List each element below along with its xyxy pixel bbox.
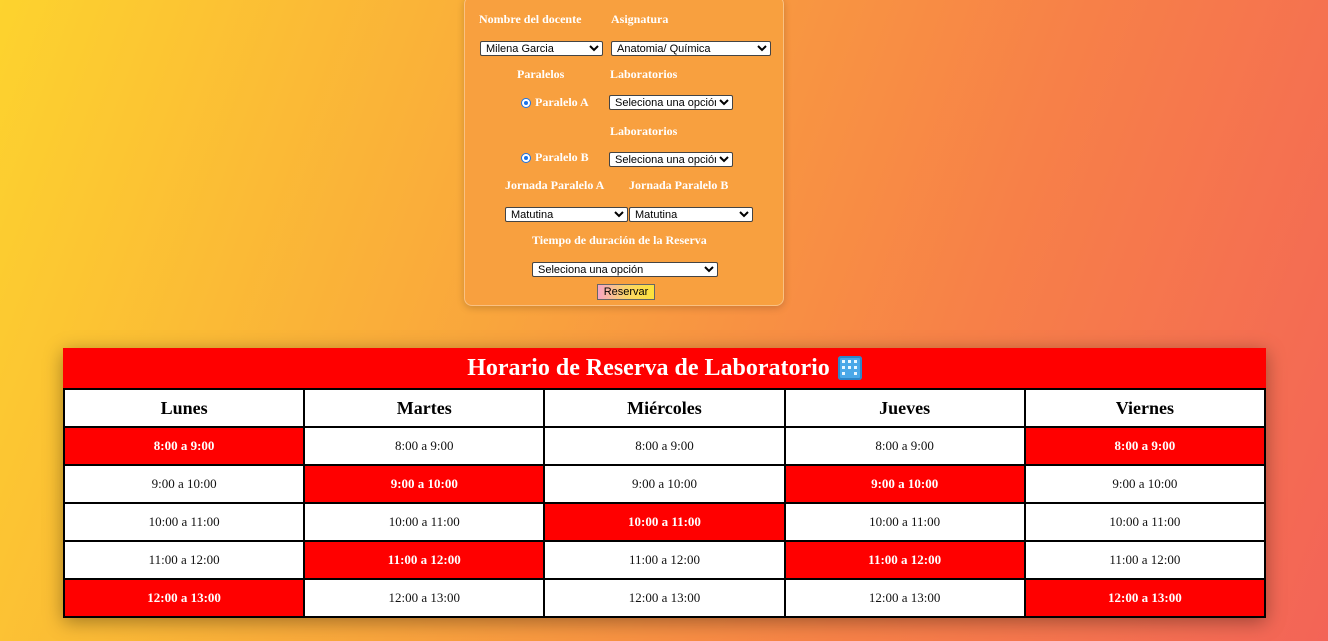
tiempo-label: Tiempo de duración de la Reserva (532, 233, 707, 247)
day-header-row: Lunes Martes Miércoles Jueves Viernes (62, 388, 1267, 428)
jornada-a-select[interactable]: Matutina (505, 207, 628, 222)
paralelo-a-radio[interactable] (521, 97, 531, 108)
day-header-martes: Martes (303, 388, 546, 428)
time-slot[interactable]: 9:00 a 10:00 (783, 464, 1026, 504)
time-slot[interactable]: 11:00 a 12:00 (303, 540, 546, 580)
schedule-table: Horario de Reserva de Laboratorio Lunes … (62, 348, 1267, 618)
tiempo-select[interactable]: Seleciona una opción (532, 262, 718, 277)
laboratorio-a-select[interactable]: Seleciona una opción (609, 95, 733, 110)
time-slot[interactable]: 10:00 a 11:00 (303, 502, 546, 542)
time-slot[interactable]: 8:00 a 9:00 (783, 426, 1026, 466)
paralelos-label: Paralelos (517, 67, 565, 81)
paralelo-b-label: Paralelo B (535, 150, 589, 164)
time-slot[interactable]: 9:00 a 10:00 (62, 464, 306, 504)
time-slot[interactable]: 11:00 a 12:00 (543, 540, 786, 580)
table-row: 11:00 a 12:00 11:00 a 12:00 11:00 a 12:0… (62, 540, 1267, 580)
day-header-viernes: Viernes (1023, 388, 1267, 428)
laboratorios-b-label: Laboratorios (610, 124, 678, 138)
office-building-icon (837, 356, 862, 380)
time-slot[interactable]: 10:00 a 11:00 (1023, 502, 1267, 542)
time-slot[interactable]: 11:00 a 12:00 (62, 540, 306, 580)
time-slot[interactable]: 12:00 a 13:00 (303, 578, 546, 618)
time-slot[interactable]: 12:00 a 13:00 (62, 578, 306, 618)
asignatura-label: Asignatura (611, 12, 669, 26)
time-slot[interactable]: 10:00 a 11:00 (543, 502, 786, 542)
time-slot[interactable]: 8:00 a 9:00 (1023, 426, 1267, 466)
docente-select[interactable]: Milena Garcia (480, 41, 603, 56)
laboratorios-a-label: Laboratorios (610, 67, 678, 81)
table-row: 8:00 a 9:00 8:00 a 9:00 8:00 a 9:00 8:00… (62, 426, 1267, 466)
time-slot[interactable]: 11:00 a 12:00 (1023, 540, 1267, 580)
time-slot[interactable]: 10:00 a 11:00 (62, 502, 306, 542)
time-slot[interactable]: 9:00 a 10:00 (543, 464, 786, 504)
time-slot[interactable]: 8:00 a 9:00 (62, 426, 306, 466)
time-slot[interactable]: 12:00 a 13:00 (1023, 578, 1267, 618)
schedule-grid: Lunes Martes Miércoles Jueves Viernes 8:… (62, 388, 1267, 618)
table-row: 12:00 a 13:00 12:00 a 13:00 12:00 a 13:0… (62, 578, 1267, 618)
day-header-lunes: Lunes (62, 388, 306, 428)
time-slot[interactable]: 12:00 a 13:00 (783, 578, 1026, 618)
time-slot[interactable]: 8:00 a 9:00 (543, 426, 786, 466)
schedule-title-bar: Horario de Reserva de Laboratorio (63, 348, 1266, 388)
paralelo-b-option[interactable]: Paralelo B (521, 150, 589, 165)
time-slot[interactable]: 9:00 a 10:00 (303, 464, 546, 504)
time-slot[interactable]: 11:00 a 12:00 (783, 540, 1026, 580)
reservation-form: Nombre del docente Asignatura Milena Gar… (464, 0, 784, 306)
table-row: 10:00 a 11:00 10:00 a 11:00 10:00 a 11:0… (62, 502, 1267, 542)
time-slot[interactable]: 10:00 a 11:00 (783, 502, 1026, 542)
paralelo-b-radio[interactable] (521, 152, 531, 163)
time-slot[interactable]: 12:00 a 13:00 (543, 578, 786, 618)
table-row: 9:00 a 10:00 9:00 a 10:00 9:00 a 10:00 9… (62, 464, 1267, 504)
jornada-a-label: Jornada Paralelo A (505, 178, 605, 192)
docente-label: Nombre del docente (479, 12, 582, 26)
asignatura-select[interactable]: Anatomia/ Química (611, 41, 771, 56)
day-header-jueves: Jueves (783, 388, 1026, 428)
laboratorio-b-select[interactable]: Seleciona una opción (609, 152, 733, 167)
paralelo-a-option[interactable]: Paralelo A (521, 95, 589, 110)
reservar-button[interactable]: Reservar (597, 284, 655, 300)
time-slot[interactable]: 9:00 a 10:00 (1023, 464, 1267, 504)
day-header-miercoles: Miércoles (543, 388, 786, 428)
jornada-b-select[interactable]: Matutina (629, 207, 753, 222)
paralelo-a-label: Paralelo A (535, 95, 589, 109)
time-slot[interactable]: 8:00 a 9:00 (303, 426, 546, 466)
jornada-b-label: Jornada Paralelo B (629, 178, 729, 192)
schedule-title: Horario de Reserva de Laboratorio (467, 354, 830, 381)
